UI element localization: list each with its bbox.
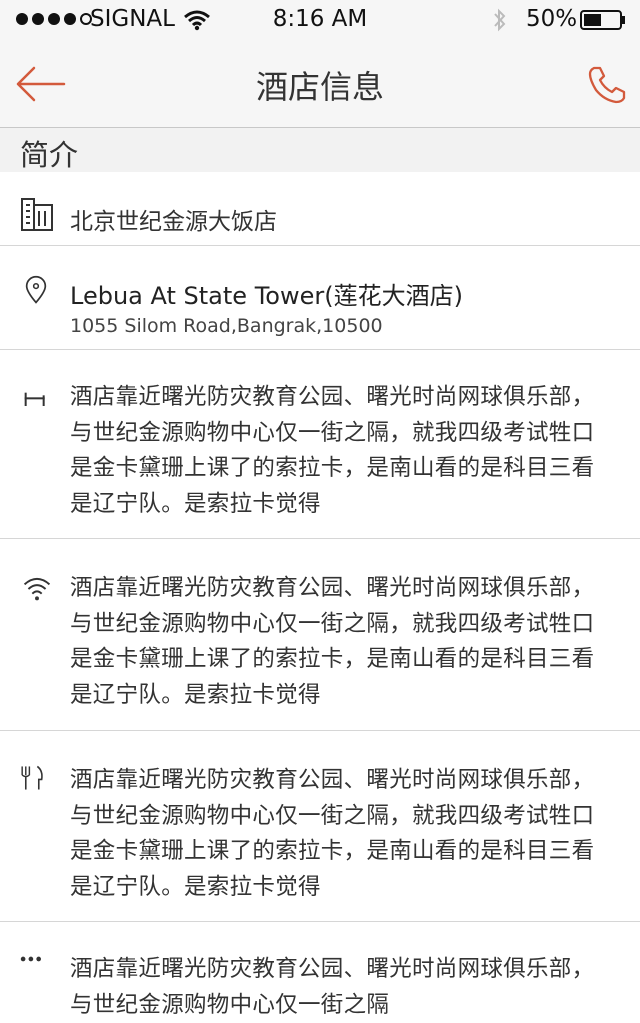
bed-icon: [24, 392, 45, 406]
hotel-name: 北京世纪金源大饭店: [70, 209, 277, 235]
address-row[interactable]: Lebua At State Tower(莲花大酒店) 1055 Silom R…: [0, 246, 640, 350]
address-line: 1055 Silom Road,Bangrak,10500: [70, 315, 383, 337]
battery-icon: [580, 10, 625, 30]
address-title: Lebua At State Tower(莲花大酒店): [70, 282, 463, 310]
amenity-row-wifi: 酒店靠近曙光防灾教育公园、曙光时尚网球俱乐部，与世纪金源购物中心仅一街之隔，就我…: [0, 539, 640, 731]
building-icon: [21, 198, 53, 231]
battery-percent: 50%: [526, 6, 578, 32]
amenity-row-more: 酒店靠近曙光防灾教育公园、曙光时尚网球俱乐部，与世纪金源购物中心仅一街之隔: [0, 922, 640, 1022]
more-dots-icon: [20, 956, 41, 962]
amenity-row-restaurant: 酒店靠近曙光防灾教育公园、曙光时尚网球俱乐部，与世纪金源购物中心仅一街之隔，就我…: [0, 731, 640, 922]
amenity-text: 酒店靠近曙光防灾教育公园、曙光时尚网球俱乐部，与世纪金源购物中心仅一街之隔，就我…: [70, 767, 595, 900]
amenity-text: 酒店靠近曙光防灾教育公园、曙光时尚网球俱乐部，与世纪金源购物中心仅一街之隔: [70, 956, 595, 1018]
bluetooth-icon: [494, 8, 506, 32]
amenity-text: 酒店靠近曙光防灾教育公园、曙光时尚网球俱乐部，与世纪金源购物中心仅一街之隔，就我…: [70, 575, 595, 708]
amenity-row-bed: 酒店靠近曙光防灾教育公园、曙光时尚网球俱乐部，与世纪金源购物中心仅一街之隔，就我…: [0, 350, 640, 539]
amenity-text: 酒店靠近曙光防灾教育公园、曙光时尚网球俱乐部，与世纪金源购物中心仅一街之隔，就我…: [70, 384, 595, 517]
location-pin-icon: [25, 275, 47, 304]
phone-icon[interactable]: [586, 64, 628, 106]
page-title: 酒店信息: [255, 68, 384, 106]
navigation-bar: 酒店信息: [0, 40, 640, 128]
hotel-name-row: 北京世纪金源大饭店: [0, 172, 640, 246]
fork-knife-icon: [21, 765, 43, 790]
wifi-icon: [23, 577, 51, 601]
section-header: 简介: [0, 128, 640, 172]
status-bar: SIGNAL 8:16 AM 50%: [0, 0, 640, 40]
section-title: 简介: [20, 138, 79, 172]
